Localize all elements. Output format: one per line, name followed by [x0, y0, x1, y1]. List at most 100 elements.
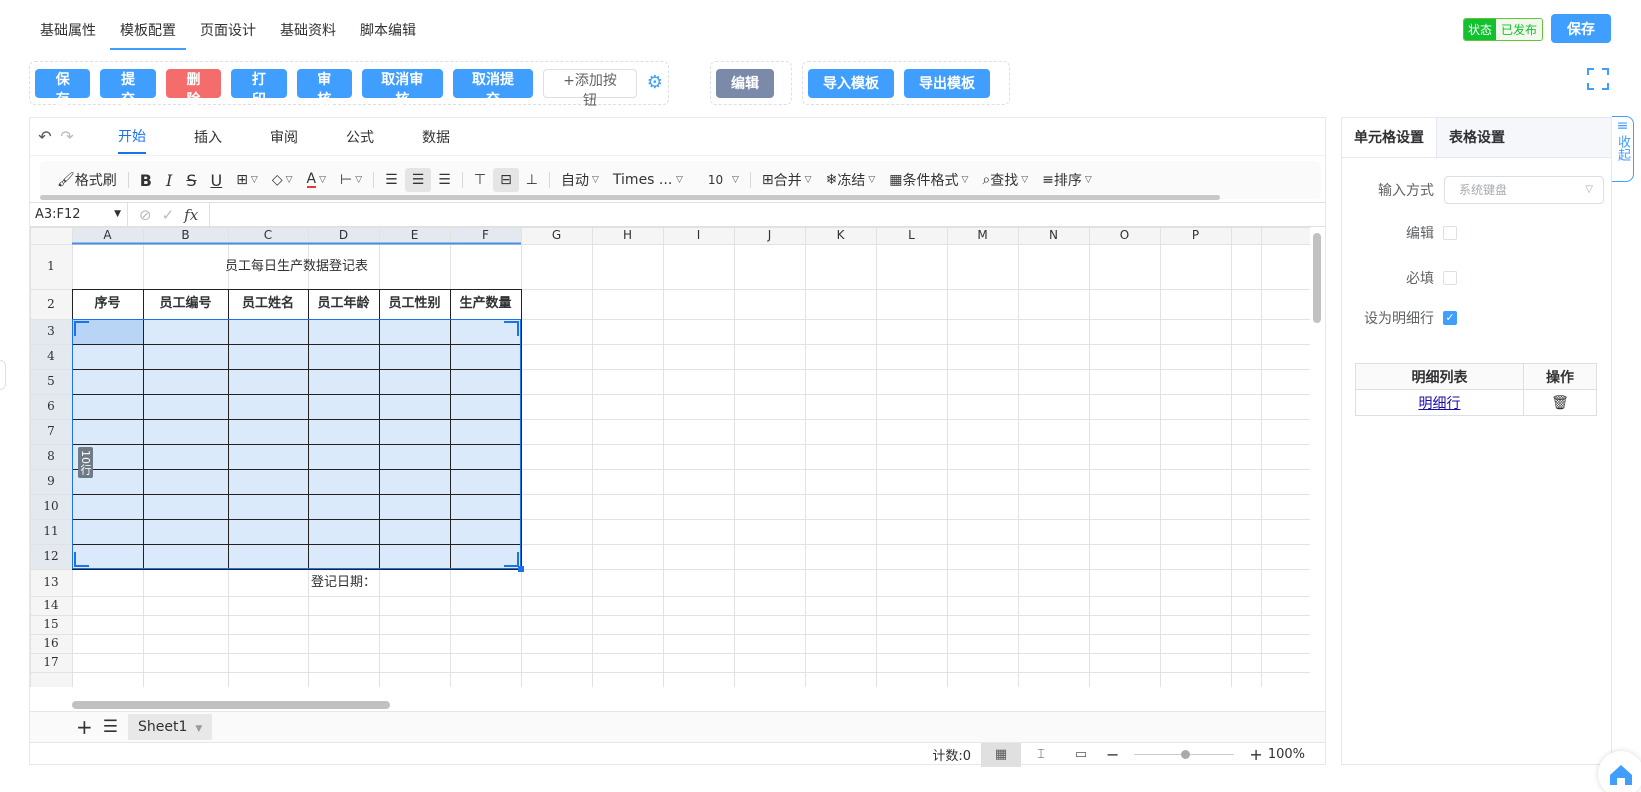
align-center-button[interactable]: ☰: [404, 168, 432, 192]
add-sheet-icon[interactable]: +: [76, 715, 93, 739]
edit-button[interactable]: 编辑: [716, 68, 774, 98]
merge-button[interactable]: ⊞ 合并 ▽: [755, 168, 819, 192]
bold-button[interactable]: B: [133, 168, 159, 192]
fill-color-button[interactable]: ◇ ▽: [265, 168, 300, 192]
gear-icon[interactable]: ⚙: [647, 74, 663, 92]
tab-cell-settings[interactable]: 单元格设置: [1342, 118, 1437, 157]
row-header: 13: [43, 575, 59, 589]
chevron-down-icon: ▽: [961, 175, 969, 185]
menu-tab-formula[interactable]: 公式: [346, 121, 374, 153]
table-header-cell: 员工姓名: [241, 296, 294, 311]
page-layout-view-icon[interactable]: ▭: [1061, 743, 1101, 767]
required-checkbox[interactable]: [1443, 271, 1457, 285]
underline-button[interactable]: U: [203, 168, 229, 192]
fx-icon[interactable]: fx: [184, 206, 198, 224]
zoom-slider[interactable]: [1134, 750, 1235, 759]
top-tabs: 基础属性 模板配置 页面设计 基础资料 脚本编辑: [30, 12, 430, 50]
align-right-button[interactable]: ☰: [431, 168, 458, 192]
vertical-scrollbar[interactable]: [1313, 233, 1321, 323]
sheet-list-icon[interactable]: ☰: [103, 717, 118, 737]
font-size-select[interactable]: 10 ▽: [690, 168, 746, 192]
cancel-audit-button[interactable]: 取消审核: [361, 68, 443, 108]
audit-button[interactable]: 审核: [296, 68, 352, 108]
cancel-icon[interactable]: ⊘: [139, 206, 152, 224]
page-break-view-icon[interactable]: ⌶: [1021, 743, 1061, 767]
zoom-in-icon[interactable]: +: [1249, 745, 1262, 764]
valign-bottom-button[interactable]: ⊥: [519, 168, 545, 192]
import-template-button[interactable]: 导入模板: [808, 68, 894, 98]
cell-ref-box[interactable]: A3:F12 ▼: [30, 203, 128, 226]
sheet-tabs-bar: + ☰ Sheet1 ▼: [30, 711, 1325, 742]
delete-button[interactable]: 删除: [165, 68, 222, 108]
caret-down-icon[interactable]: ▼: [195, 724, 202, 734]
find-button[interactable]: ⌕ 查找 ▽: [975, 168, 1035, 192]
normal-view-icon[interactable]: ▦: [981, 742, 1022, 767]
save-top-button[interactable]: 保存: [1551, 14, 1611, 43]
sheet-tab-sheet1[interactable]: Sheet1 ▼: [128, 714, 213, 740]
column-header: I: [696, 228, 701, 242]
export-template-button[interactable]: 导出模板: [904, 68, 990, 98]
valign-middle-button[interactable]: ⊟: [493, 168, 519, 192]
cancel-submit-button[interactable]: 取消提交: [452, 68, 534, 108]
menu-tab-review[interactable]: 审阅: [270, 121, 298, 153]
column-header: D: [338, 228, 349, 242]
horizontal-scrollbar[interactable]: [72, 701, 1292, 709]
font-family-select[interactable]: Times ... ▽: [606, 168, 690, 192]
undo-icon[interactable]: ↶: [34, 127, 56, 146]
menu-tab-insert[interactable]: 插入: [194, 121, 222, 153]
font-size-label: 10: [707, 173, 724, 187]
toolbar-scrollbar[interactable]: [40, 195, 1220, 200]
toolbar-divider: [549, 172, 550, 188]
tab-table-settings[interactable]: 表格设置: [1437, 118, 1517, 157]
table-cell: 明细行: [1355, 389, 1524, 416]
caret-down-icon[interactable]: ▼: [114, 203, 121, 226]
required-row: 必填: [1372, 268, 1457, 288]
font-color-icon: A: [306, 171, 317, 188]
detail-row-row: 设为明细行 ✓: [1357, 308, 1457, 328]
status-badge: 状态 已发布: [1463, 18, 1544, 41]
format-painter-button[interactable]: 🖌 格式刷: [50, 168, 124, 192]
home-button[interactable]: [1598, 751, 1641, 792]
wrap-select[interactable]: 自动 ▽: [554, 168, 606, 192]
align-left-button[interactable]: ☰: [378, 168, 405, 192]
text-direction-button[interactable]: ⊢ ▽: [333, 168, 369, 192]
input-mode-select[interactable]: 系统键盘 ▽: [1444, 176, 1604, 204]
submit-button[interactable]: 提交: [100, 68, 156, 108]
detail-row-link[interactable]: 明细行: [1419, 396, 1461, 412]
italic-button[interactable]: I: [159, 168, 179, 192]
save-button[interactable]: 保存: [35, 68, 91, 108]
status-key: 状态: [1464, 19, 1497, 40]
fullscreen-icon[interactable]: [1587, 68, 1609, 90]
tab-page-design[interactable]: 页面设计: [190, 12, 266, 50]
detail-row-checkbox[interactable]: ✓: [1443, 311, 1457, 325]
tab-basic-props[interactable]: 基础属性: [30, 12, 106, 50]
table-header-cell: 生产数量: [459, 296, 512, 311]
freeze-button[interactable]: ❄ 冻结 ▽: [819, 168, 883, 192]
scroll-thumb[interactable]: [72, 701, 390, 709]
font-color-button[interactable]: A ▽: [300, 168, 334, 192]
zoom-out-icon[interactable]: −: [1106, 745, 1119, 764]
menu-tab-data[interactable]: 数据: [422, 121, 450, 153]
menu-tab-start[interactable]: 开始: [118, 120, 146, 154]
left-drawer-handle[interactable]: [0, 360, 6, 390]
cell-grid[interactable]: A B C D E F G H I J K L M N O P 1 2 3 4 5 6 7 8 9 10 11 12 13 14 15 16 1…: [30, 227, 1327, 687]
confirm-icon[interactable]: ✓: [162, 206, 175, 224]
required-label: 必填: [1406, 271, 1434, 287]
print-button[interactable]: 打印: [231, 68, 287, 108]
zoom-knob[interactable]: [1181, 750, 1191, 759]
tab-basic-data[interactable]: 基础资料: [270, 12, 346, 50]
valign-top-button[interactable]: ⊤: [467, 168, 493, 192]
sort-button[interactable]: ≡ 排序 ▽: [1035, 168, 1099, 192]
tab-template-config[interactable]: 模板配置: [110, 12, 186, 50]
trash-icon[interactable]: 🗑: [1551, 395, 1569, 411]
strike-button[interactable]: S: [179, 168, 203, 192]
border-button[interactable]: ⊞ ▽: [229, 168, 265, 192]
collapse-panel-button[interactable]: ≡ 收起: [1612, 116, 1634, 182]
redo-icon[interactable]: ↷: [56, 127, 78, 146]
column-header: M: [977, 228, 988, 242]
add-button-button[interactable]: +添加按钮: [543, 68, 637, 109]
cond-format-button[interactable]: ▦ 条件格式 ▽: [882, 168, 975, 192]
chevron-down-icon: ▽: [592, 175, 599, 185]
tab-script-edit[interactable]: 脚本编辑: [350, 12, 426, 50]
edit-checkbox[interactable]: [1443, 226, 1457, 240]
